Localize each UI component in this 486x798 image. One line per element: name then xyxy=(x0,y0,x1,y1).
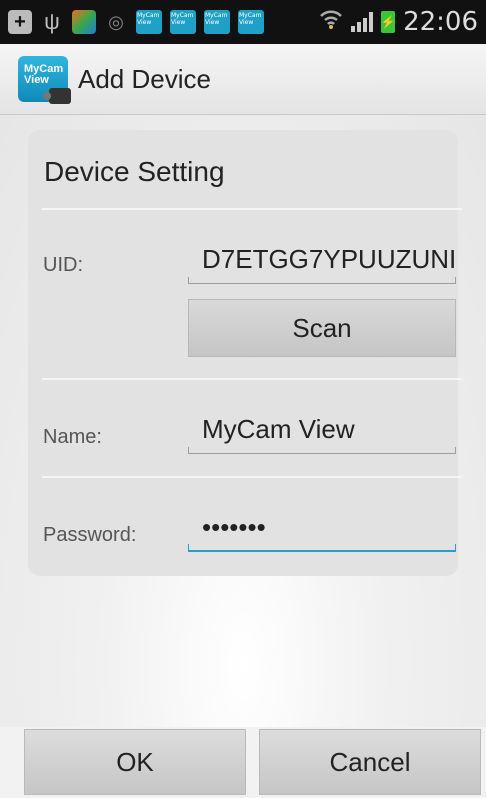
clock: 22:06 xyxy=(403,7,478,37)
divider xyxy=(42,476,462,478)
mycam-notification-icon: MyCam View xyxy=(238,10,264,34)
password-field[interactable]: ••••••• xyxy=(188,512,456,552)
usb-icon: ψ xyxy=(44,9,60,34)
app-logo-icon[interactable]: MyCam View xyxy=(18,56,71,104)
bottom-button-bar: OK Cancel xyxy=(0,727,486,798)
mycam-notification-icon: MyCam View xyxy=(204,10,230,34)
signal-strength-icon xyxy=(351,12,374,32)
uid-field[interactable]: D7ETGG7YPUUZUNI xyxy=(188,244,456,284)
name-field[interactable]: MyCam View xyxy=(188,414,456,454)
logo-text: MyCam View xyxy=(24,63,64,86)
uid-label: UID: xyxy=(43,254,83,276)
plus-notification-icon: + xyxy=(8,10,32,34)
cancel-button[interactable]: Cancel xyxy=(259,729,481,795)
mycam-notification-icon: MyCam View xyxy=(170,10,196,34)
action-bar: MyCam View Add Device xyxy=(0,44,486,115)
status-bar: + ψ ◎ MyCam View MyCam View MyCam View M… xyxy=(0,0,486,44)
name-label: Name: xyxy=(43,426,102,448)
camera-icon xyxy=(43,88,71,104)
divider xyxy=(42,378,462,380)
page-title: Add Device xyxy=(78,63,211,94)
main-content: Device Setting UID: D7ETGG7YPUUZUNI Scan… xyxy=(0,115,486,727)
device-setting-card: Device Setting UID: D7ETGG7YPUUZUNI Scan… xyxy=(28,130,462,576)
wifi-icon xyxy=(319,8,343,36)
scan-button[interactable]: Scan xyxy=(188,299,456,357)
divider xyxy=(42,208,462,210)
app-notification-icon xyxy=(72,10,96,34)
battery-charging-icon: ⚡ xyxy=(381,11,396,33)
mycam-notification-icon: MyCam View xyxy=(136,10,162,34)
password-label: Password: xyxy=(43,524,137,546)
ok-button[interactable]: OK xyxy=(24,729,246,795)
card-title: Device Setting xyxy=(44,156,225,187)
sync-notification-icon: ◎ xyxy=(108,11,124,32)
